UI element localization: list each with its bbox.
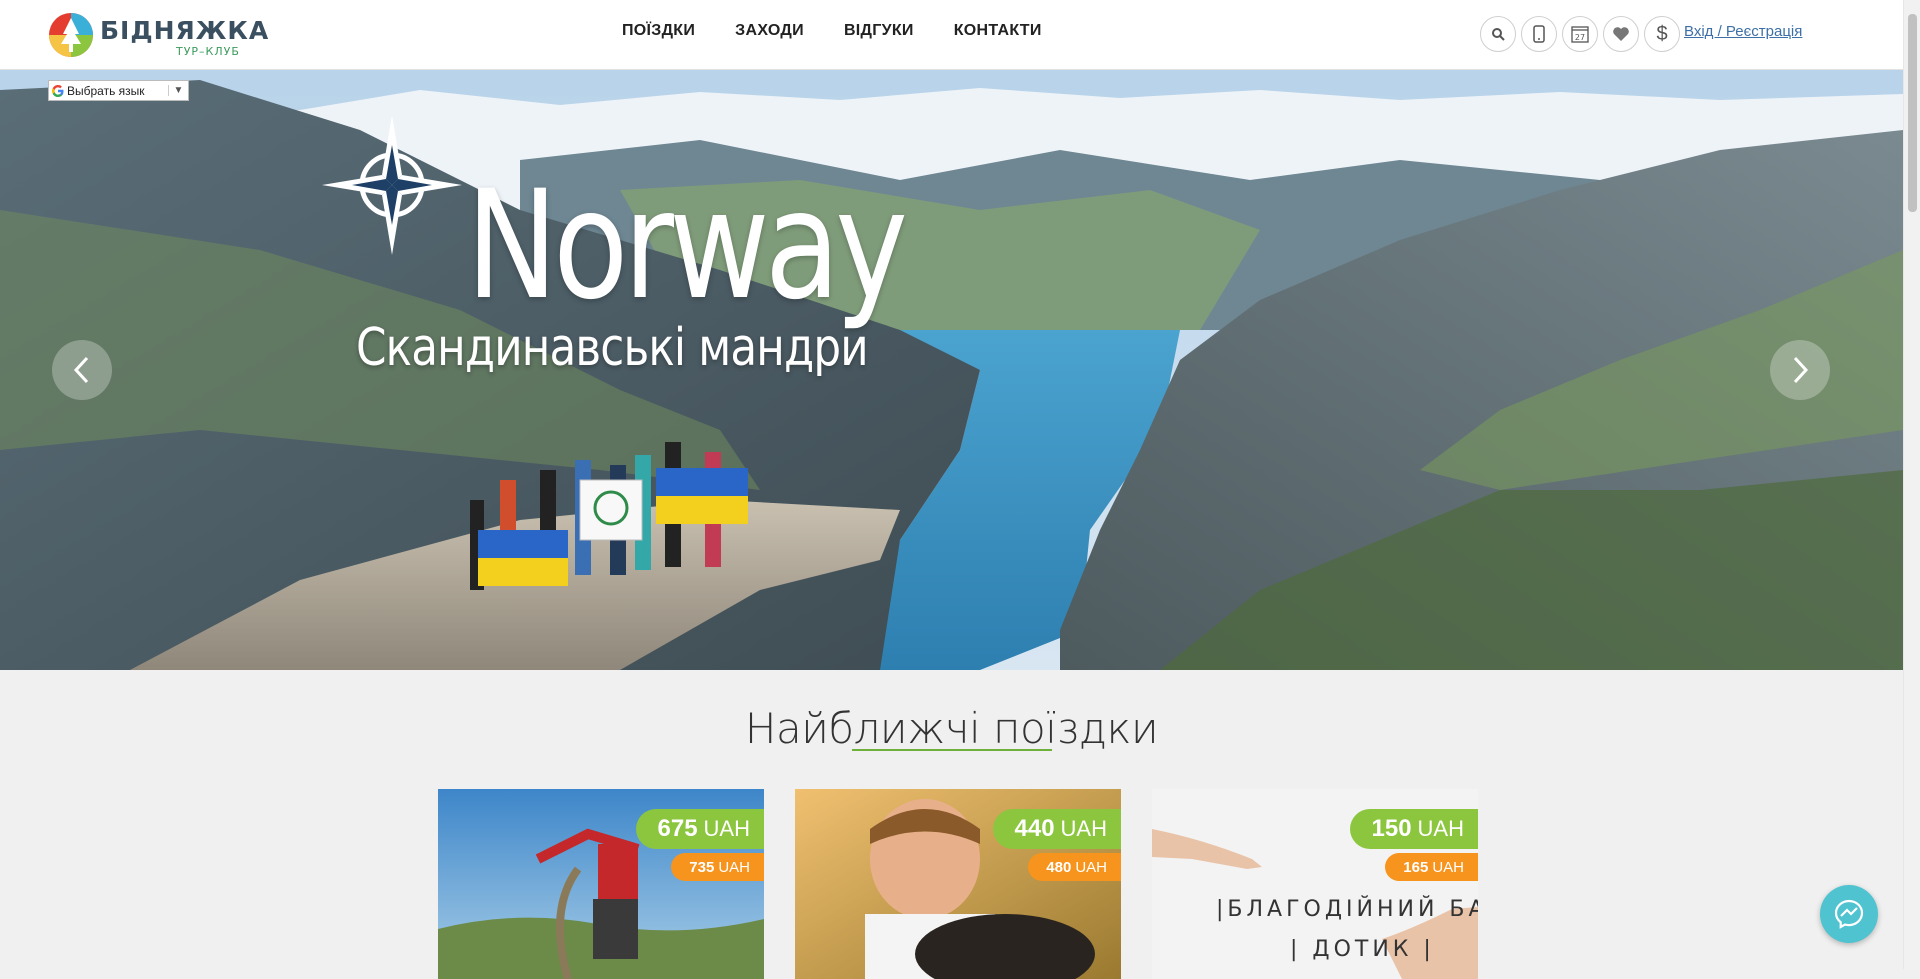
section-title: Найближчі поїздки	[744, 704, 1159, 753]
logo-icon	[49, 13, 93, 57]
chevron-right-icon	[1793, 356, 1809, 384]
login-link[interactable]: Вхід / Реєстрація	[1684, 23, 1802, 40]
price-badge: 150 UAH	[1349, 809, 1478, 849]
nav-contacts[interactable]: КОНТАКТИ	[954, 22, 1042, 40]
old-price-value: 735	[689, 858, 715, 876]
phone-button[interactable]	[1521, 16, 1557, 52]
google-icon	[49, 84, 67, 98]
chevron-left-icon	[73, 356, 89, 384]
hero-image	[0, 70, 1903, 670]
price-value: 440	[1014, 815, 1055, 842]
messenger-chat-button[interactable]	[1820, 885, 1878, 943]
slider-next-button[interactable]	[1770, 340, 1830, 400]
trip-card[interactable]: 675 UAH 735 UAH	[438, 789, 764, 979]
translate-label: Выбрать язык	[67, 83, 145, 98]
calendar-button[interactable]: 27	[1562, 16, 1598, 52]
old-price-currency: UAH	[1075, 858, 1107, 876]
old-price-currency: UAH	[718, 858, 750, 876]
card-text-line1: |БЛАГОДІЙНИЙ БАЛ	[1216, 897, 1478, 922]
translate-select[interactable]: Выбрать язык ▼	[48, 80, 189, 101]
nav-reviews[interactable]: ВІДГУКИ	[844, 22, 914, 40]
favorites-button[interactable]	[1603, 16, 1639, 52]
dollar-icon: $	[1656, 22, 1668, 45]
price-value: 675	[657, 815, 698, 842]
old-price-badge: 165 UAH	[1385, 853, 1478, 881]
nav-events[interactable]: ЗАХОДИ	[735, 22, 804, 40]
hero-subtitle: Скандинавські мандри	[356, 318, 869, 378]
hero-slider: Norway Скандинавські мандри	[0, 70, 1903, 670]
scrollbar-thumb[interactable]	[1908, 14, 1917, 212]
messenger-icon	[1834, 899, 1864, 929]
phone-icon	[1533, 25, 1545, 43]
trip-card[interactable]: 440 UAH 480 UAH	[795, 789, 1121, 979]
trip-card[interactable]: |БЛАГОДІЙНИЙ БАЛ | ДОТИК | 150 UAH 165 U…	[1152, 789, 1478, 979]
logo-subtitle: ТУР–КЛУБ	[176, 45, 240, 58]
price-badge: 440 UAH	[992, 809, 1121, 849]
price-badge: 675 UAH	[635, 809, 764, 849]
search-icon	[1492, 28, 1505, 41]
price-currency: UAH	[1060, 816, 1107, 841]
currency-button[interactable]: $	[1644, 16, 1680, 52]
card-text-line2: | ДОТИК |	[1290, 937, 1435, 962]
old-price-badge: 735 UAH	[671, 853, 764, 881]
header-tools: 27 $	[1480, 16, 1680, 52]
heart-icon	[1613, 27, 1629, 41]
logo-name: БІДНЯЖКА	[100, 16, 270, 45]
calendar-day: 27	[1575, 33, 1585, 42]
calendar-icon: 27	[1571, 26, 1589, 43]
old-price-badge: 480 UAH	[1028, 853, 1121, 881]
section-title-underline	[852, 749, 1052, 751]
hero-title: Norway	[466, 159, 908, 333]
price-value: 150	[1371, 815, 1412, 842]
site-header: БІДНЯЖКА ТУР–КЛУБ ПОЇЗДКИ ЗАХОДИ ВІДГУКИ…	[0, 0, 1903, 70]
page-scrollbar[interactable]	[1903, 0, 1920, 969]
logo[interactable]: БІДНЯЖКА ТУР–КЛУБ	[48, 12, 268, 60]
search-button[interactable]	[1480, 16, 1516, 52]
old-price-currency: UAH	[1432, 858, 1464, 876]
price-currency: UAH	[1417, 816, 1464, 841]
main-nav: ПОЇЗДКИ ЗАХОДИ ВІДГУКИ КОНТАКТИ	[622, 22, 1042, 40]
old-price-value: 480	[1046, 858, 1072, 876]
dropdown-arrow-icon: ▼	[168, 85, 188, 96]
price-currency: UAH	[703, 816, 750, 841]
old-price-value: 165	[1403, 858, 1429, 876]
slider-prev-button[interactable]	[52, 340, 112, 400]
nav-trips[interactable]: ПОЇЗДКИ	[622, 22, 695, 40]
